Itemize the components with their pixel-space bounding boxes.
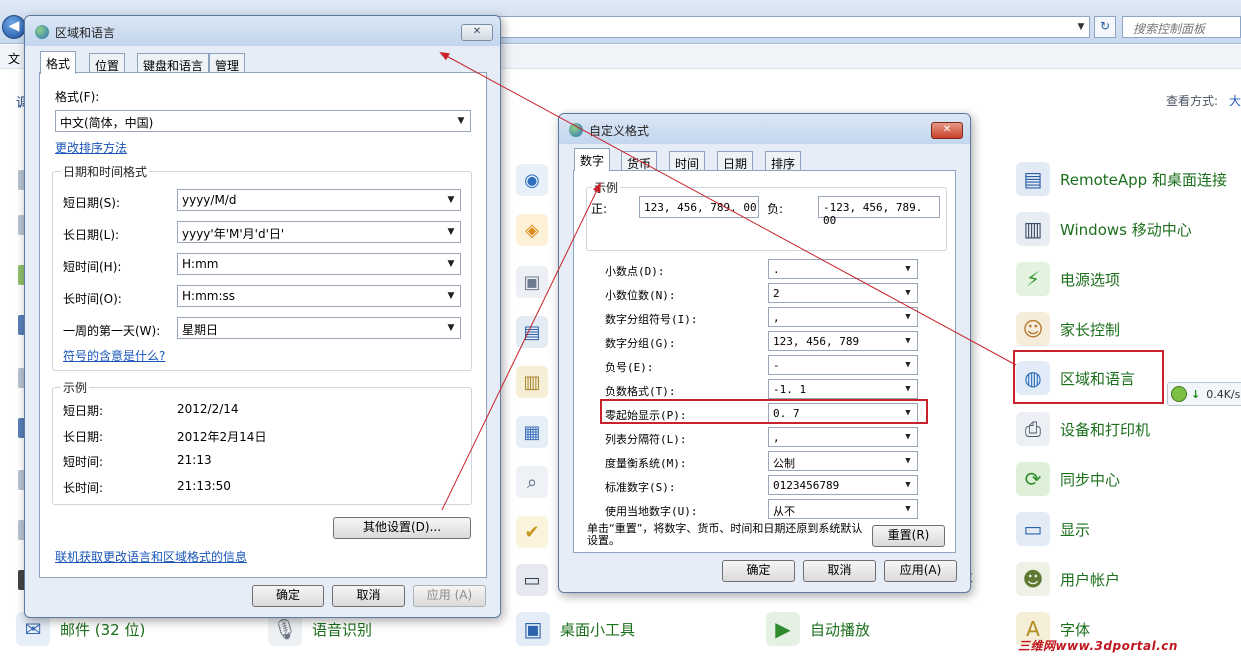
arrow-region-to-dialog xyxy=(439,52,1017,366)
tab-format[interactable]: 格式 xyxy=(40,51,77,74)
annotation-arrows xyxy=(439,52,1017,511)
watermark: 三维网www.3dportal.cn xyxy=(1018,639,1178,653)
arrow-other-settings-to-custom xyxy=(441,182,601,511)
tab-numbers[interactable]: 数字 xyxy=(574,148,611,171)
